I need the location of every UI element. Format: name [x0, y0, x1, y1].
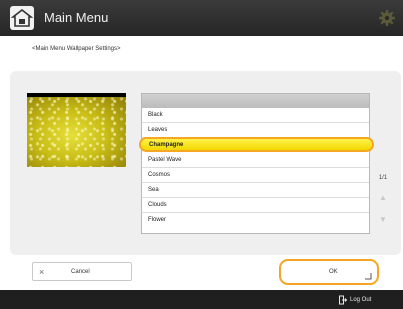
cancel-button[interactable]: × Cancel [32, 262, 132, 281]
close-icon: × [39, 267, 45, 277]
ok-label: OK [329, 269, 338, 275]
logout-label: Log Out [350, 297, 372, 303]
logout-button[interactable]: Log Out [339, 295, 371, 305]
enter-corner-icon [365, 273, 372, 280]
chevron-up-icon: ▲ [379, 193, 387, 202]
list-item-flower[interactable]: Flower [142, 213, 369, 228]
page-indicator: 1/1 [378, 175, 388, 181]
list-item-cosmos[interactable]: Cosmos [142, 168, 369, 183]
home-icon [10, 8, 34, 27]
chevron-down-icon: ▼ [379, 215, 387, 224]
scroll-up-button[interactable]: ▲ [375, 190, 391, 206]
list-item-clouds[interactable]: Clouds [142, 198, 369, 213]
wallpaper-list: Black Leaves Champagne Pastel Wave Cosmo… [139, 93, 374, 234]
page-title: Main Menu [44, 10, 109, 25]
settings-button[interactable] [377, 8, 397, 28]
wallpaper-preview [27, 93, 126, 167]
home-button[interactable] [10, 6, 34, 30]
ok-button[interactable]: OK [279, 259, 379, 285]
breadcrumb: <Main Menu Wallpaper Settings> [32, 46, 121, 52]
list-item-champagne[interactable]: Champagne [139, 137, 374, 152]
list-header [142, 94, 369, 108]
list-item-leaves[interactable]: Leaves [142, 123, 369, 138]
top-bar: Main Menu [0, 0, 403, 36]
list-item-pastel-wave[interactable]: Pastel Wave [142, 153, 369, 168]
list-item-sea[interactable]: Sea [142, 183, 369, 198]
bottom-bar: Log Out [0, 290, 403, 309]
cancel-label: Cancel [71, 269, 90, 275]
scroll-down-button[interactable]: ▼ [375, 212, 391, 228]
gear-icon [379, 10, 395, 26]
logout-icon [339, 295, 347, 305]
list-item-black[interactable]: Black [142, 108, 369, 123]
